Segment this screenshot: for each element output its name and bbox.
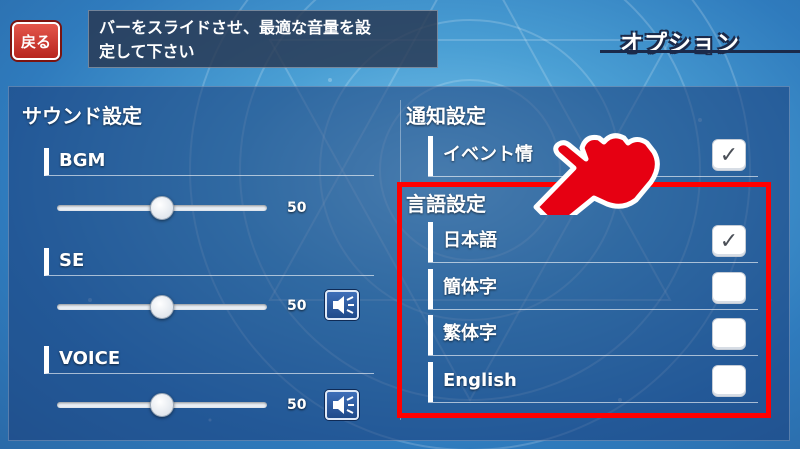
notification-settings-title: 通知設定 bbox=[406, 104, 486, 128]
voice-label: VOICE bbox=[44, 346, 374, 374]
pointing-hand-icon bbox=[533, 133, 660, 215]
hint-line-2: 定して下さい bbox=[99, 42, 195, 61]
notification-event-checkbox[interactable]: ✓ bbox=[712, 139, 746, 171]
voice-slider-thumb[interactable] bbox=[150, 393, 174, 417]
se-value: 50 bbox=[287, 298, 307, 314]
hint-message: バーをスライドさせ、最適な音量を設 定して下さい bbox=[88, 10, 438, 68]
voice-test-button[interactable] bbox=[325, 390, 359, 420]
speaker-test-icon bbox=[333, 296, 354, 314]
se-label: SE bbox=[44, 248, 374, 276]
voice-value: 50 bbox=[287, 397, 307, 413]
se-test-button[interactable] bbox=[325, 290, 359, 320]
sound-settings-title: サウンド設定 bbox=[22, 104, 142, 128]
speaker-test-icon bbox=[333, 396, 354, 414]
title-underline bbox=[600, 50, 800, 53]
bgm-slider-thumb[interactable] bbox=[150, 196, 174, 220]
se-slider-thumb[interactable] bbox=[150, 295, 174, 319]
bgm-value: 50 bbox=[287, 200, 307, 216]
back-button[interactable]: 戻る bbox=[12, 22, 60, 60]
hint-line-1: バーをスライドさせ、最適な音量を設 bbox=[99, 18, 372, 37]
language-highlight-box bbox=[397, 182, 771, 418]
bgm-label: BGM bbox=[44, 148, 374, 176]
